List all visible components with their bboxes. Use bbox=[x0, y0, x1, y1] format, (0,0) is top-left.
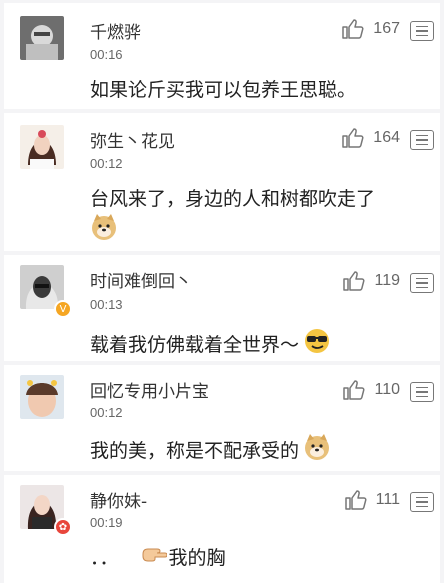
doge-emoji bbox=[303, 433, 331, 466]
like-button[interactable]: 110 bbox=[343, 380, 400, 400]
comment-text-content: 我的美，称是不配承受的 bbox=[90, 440, 300, 462]
thumbs-up-icon bbox=[343, 380, 365, 400]
avatar[interactable] bbox=[20, 125, 64, 169]
like-count: 164 bbox=[373, 129, 400, 146]
thumbs-up-icon bbox=[342, 128, 364, 148]
like-count: 111 bbox=[375, 491, 400, 508]
more-menu-icon[interactable] bbox=[410, 21, 434, 41]
member-badge: ✿ bbox=[54, 518, 72, 536]
comment-time: 00:16 bbox=[90, 47, 123, 62]
more-menu-icon[interactable] bbox=[410, 130, 434, 150]
like-button[interactable]: 164 bbox=[342, 128, 400, 148]
doge-emoji bbox=[90, 213, 118, 245]
comment-text: 我的美，称是不配承受的 bbox=[90, 433, 331, 466]
verified-badge: V bbox=[54, 300, 72, 318]
comment-text: ．． 我的胸 bbox=[90, 543, 226, 570]
thumbs-up-icon bbox=[344, 490, 367, 510]
comment-author[interactable]: 回忆专用小片宝 bbox=[90, 377, 209, 402]
comment-item: 千燃骅 00:16 如果论斤买我可以包养王思聪。 167 bbox=[4, 3, 440, 109]
comment-text-content: 台风来了，身边的人和树都吹走了 bbox=[90, 188, 376, 210]
like-count: 167 bbox=[373, 20, 400, 37]
like-button[interactable]: 111 bbox=[344, 490, 400, 510]
comment-text-content: 载着我仿佛载着全世界～ bbox=[90, 334, 300, 356]
comment-time: 00:12 bbox=[90, 156, 123, 171]
thumbs-up-icon bbox=[343, 271, 365, 291]
comment-author[interactable]: 弥生丶花见 bbox=[90, 127, 175, 152]
avatar[interactable] bbox=[20, 16, 64, 60]
comment-time: 00:12 bbox=[90, 405, 123, 420]
comment-time: 00:19 bbox=[90, 515, 123, 530]
thumbs-up-icon bbox=[342, 19, 364, 39]
comment-author[interactable]: 时间难倒回丶 bbox=[90, 267, 192, 292]
like-count: 119 bbox=[374, 272, 400, 289]
comment-text: 载着我仿佛载着全世界～ bbox=[90, 327, 331, 360]
comment-item: V 时间难倒回丶 00:13 载着我仿佛载着全世界～ 119 bbox=[4, 255, 440, 361]
avatar[interactable] bbox=[20, 375, 64, 419]
comment-text: 如果论斤买我可以包养王思聪。 bbox=[90, 75, 356, 102]
like-button[interactable]: 119 bbox=[343, 271, 400, 291]
comment-text-prefix: ．． bbox=[90, 547, 119, 569]
like-count: 110 bbox=[374, 381, 400, 398]
comment-text-content: 如果论斤买我可以包养王思聪。 bbox=[90, 79, 357, 101]
comment-time: 00:13 bbox=[90, 297, 123, 312]
more-menu-icon[interactable] bbox=[410, 492, 434, 512]
comment-item: 回忆专用小片宝 00:12 我的美，称是不配承受的 110 bbox=[4, 365, 440, 471]
sunglasses-emoji bbox=[303, 327, 331, 360]
comment-list: 千燃骅 00:16 如果论斤买我可以包养王思聪。 167 弥生丶花见 00:12… bbox=[0, 0, 444, 583]
comment-author[interactable]: 千燃骅 bbox=[90, 18, 141, 43]
comment-item: 弥生丶花见 00:12 台风来了，身边的人和树都吹走了 164 bbox=[4, 113, 440, 251]
more-menu-icon[interactable] bbox=[410, 273, 434, 293]
more-menu-icon[interactable] bbox=[410, 382, 434, 402]
pointing-hand-emoji bbox=[141, 545, 168, 568]
comment-item: ✿ 静你妹- 00:19 ．． 我的胸 111 bbox=[4, 475, 440, 583]
comment-text: 台风来了，身边的人和树都吹走了 bbox=[90, 184, 375, 211]
comment-text-content: 我的胸 bbox=[168, 547, 226, 569]
like-button[interactable]: 167 bbox=[342, 19, 400, 39]
comment-author[interactable]: 静你妹- bbox=[90, 487, 147, 512]
